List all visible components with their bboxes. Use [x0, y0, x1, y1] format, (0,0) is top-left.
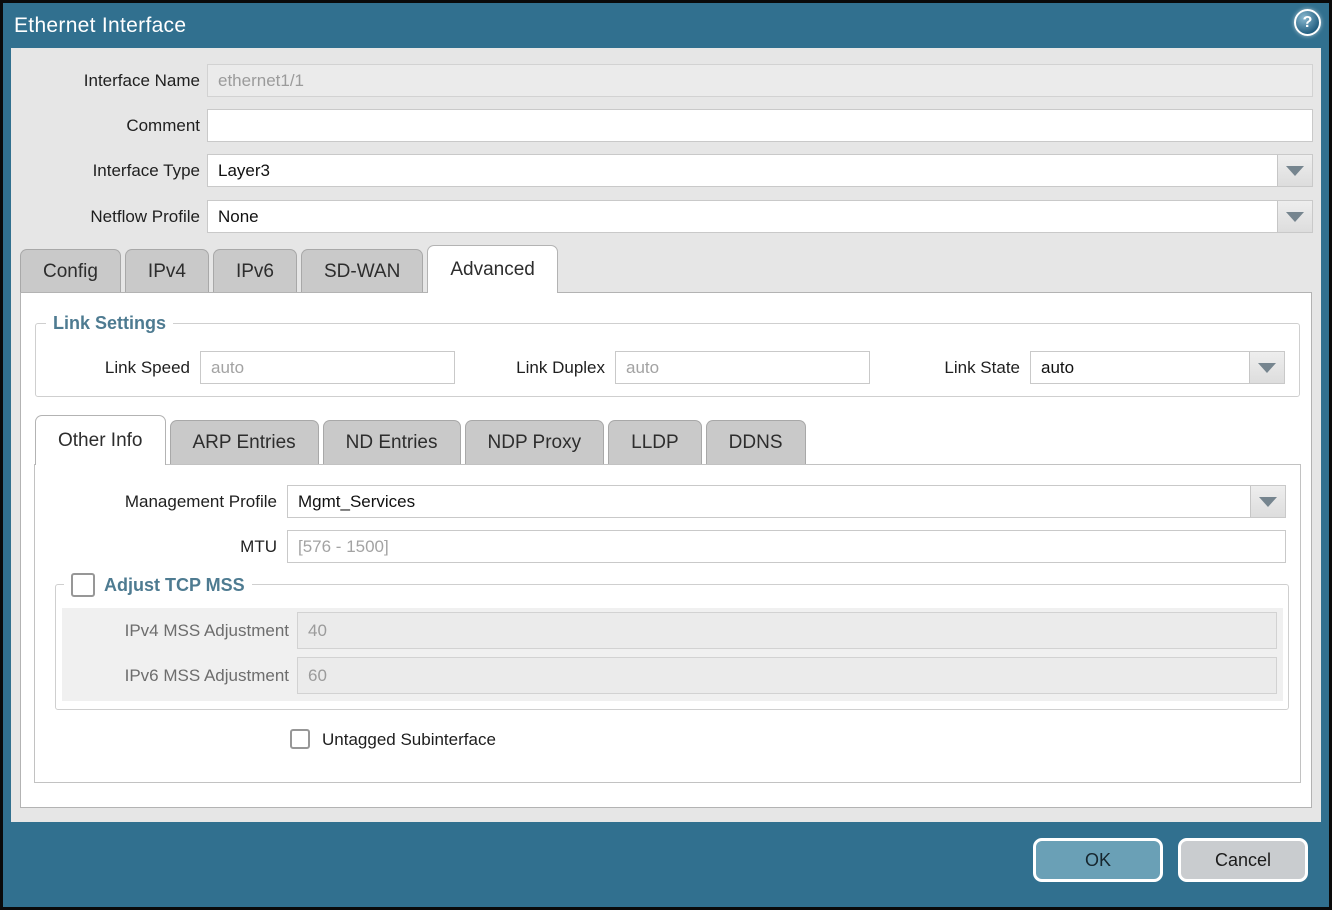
subtab-other-info[interactable]: Other Info: [35, 415, 166, 465]
adjust-tcp-mss-checkbox[interactable]: [71, 573, 95, 597]
mtu-label: MTU: [80, 530, 277, 563]
mtu-field[interactable]: [287, 530, 1286, 563]
subtab-ndp-proxy[interactable]: NDP Proxy: [465, 420, 605, 464]
ipv4-mss-label: IPv4 MSS Adjustment: [100, 612, 289, 649]
interface-type-label: Interface Type: [0, 154, 200, 187]
ok-button[interactable]: OK: [1033, 838, 1163, 882]
netflow-profile-value: None: [218, 201, 259, 232]
help-icon[interactable]: ?: [1294, 9, 1321, 36]
interface-type-dropdown[interactable]: Layer3: [207, 154, 1313, 187]
subtab-ddns[interactable]: DDNS: [706, 420, 806, 464]
interface-name-label: Interface Name: [0, 64, 200, 97]
interface-type-value: Layer3: [218, 155, 270, 186]
netflow-profile-label: Netflow Profile: [0, 200, 200, 233]
chevron-down-icon[interactable]: [1250, 486, 1285, 517]
tab-ipv4[interactable]: IPv4: [125, 249, 209, 292]
interface-name-field: [207, 64, 1313, 97]
subtab-arp-entries[interactable]: ARP Entries: [170, 420, 319, 464]
ipv4-mss-field: [297, 612, 1277, 649]
subtab-nd-entries[interactable]: ND Entries: [323, 420, 461, 464]
ethernet-interface-dialog: Ethernet Interface ? Interface Name Comm…: [0, 0, 1332, 910]
management-profile-label: Management Profile: [80, 485, 277, 518]
chevron-down-icon[interactable]: [1249, 352, 1284, 383]
link-settings-legend: Link Settings: [46, 312, 173, 335]
link-state-label: Link State: [870, 351, 1020, 384]
main-tabs: Config IPv4 IPv6 SD-WAN Advanced: [20, 245, 558, 292]
link-state-dropdown[interactable]: auto: [1030, 351, 1285, 384]
link-speed-label: Link Speed: [40, 351, 190, 384]
link-state-value: auto: [1041, 352, 1074, 383]
subtab-lldp[interactable]: LLDP: [608, 420, 702, 464]
untagged-subinterface-label: Untagged Subinterface: [322, 729, 496, 751]
ipv6-mss-label: IPv6 MSS Adjustment: [100, 657, 289, 694]
chevron-down-icon[interactable]: [1277, 155, 1312, 186]
netflow-profile-dropdown[interactable]: None: [207, 200, 1313, 233]
management-profile-dropdown[interactable]: Mgmt_Services: [287, 485, 1286, 518]
cancel-button[interactable]: Cancel: [1178, 838, 1308, 882]
link-duplex-label: Link Duplex: [455, 351, 605, 384]
link-duplex-field[interactable]: [615, 351, 870, 384]
ipv6-mss-field: [297, 657, 1277, 694]
link-speed-field[interactable]: [200, 351, 455, 384]
dialog-title: Ethernet Interface: [14, 3, 186, 48]
tab-config[interactable]: Config: [20, 249, 121, 292]
tab-ipv6[interactable]: IPv6: [213, 249, 297, 292]
untagged-subinterface-checkbox[interactable]: [290, 729, 310, 749]
management-profile-value: Mgmt_Services: [298, 486, 415, 517]
sub-tabs: Other Info ARP Entries ND Entries NDP Pr…: [35, 415, 806, 464]
adjust-tcp-mss-legend: Adjust TCP MSS: [64, 573, 252, 597]
tab-sd-wan[interactable]: SD-WAN: [301, 249, 423, 292]
adjust-tcp-mss-legend-text: Adjust TCP MSS: [104, 574, 245, 597]
chevron-down-icon[interactable]: [1277, 201, 1312, 232]
comment-field[interactable]: [207, 109, 1313, 142]
tab-advanced[interactable]: Advanced: [427, 245, 558, 293]
comment-label: Comment: [0, 109, 200, 142]
